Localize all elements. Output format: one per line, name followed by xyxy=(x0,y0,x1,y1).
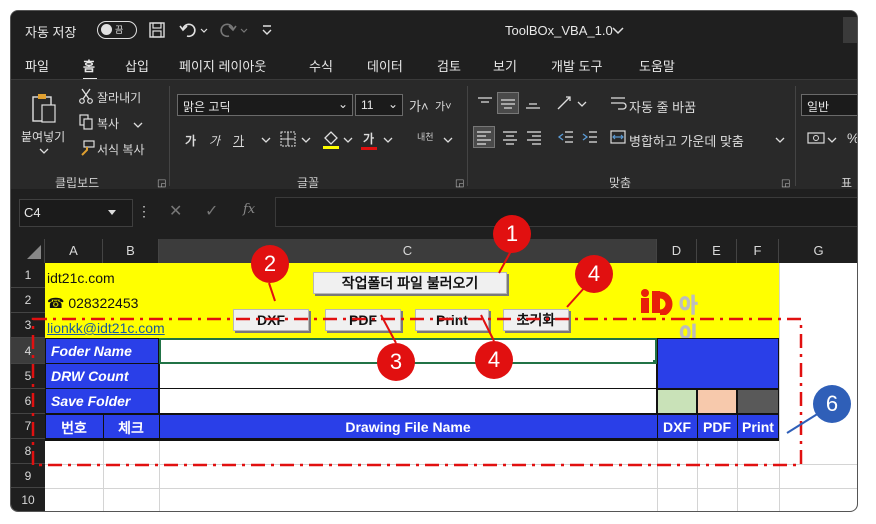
callout-arrow xyxy=(268,282,276,302)
callout-badge: 3 xyxy=(377,343,415,381)
callout-arrow xyxy=(480,314,495,342)
callout-badge: 4 xyxy=(575,255,613,293)
annotation-overlay xyxy=(31,250,820,467)
callout-badge: 4 xyxy=(475,341,513,379)
callout-badge: 1 xyxy=(493,215,531,253)
callout-arrow xyxy=(566,286,586,308)
dashed-callout-box xyxy=(31,317,803,467)
excel-window: 자동 저장 끔 ToolBOx_VBA_1.0 파일 홈 삽입 페이지 레이아웃… xyxy=(10,10,858,512)
callout-badge: 6 xyxy=(813,385,851,423)
callout-arrow xyxy=(498,250,512,274)
callout-arrow xyxy=(786,412,820,434)
callout-badge: 2 xyxy=(251,245,289,283)
